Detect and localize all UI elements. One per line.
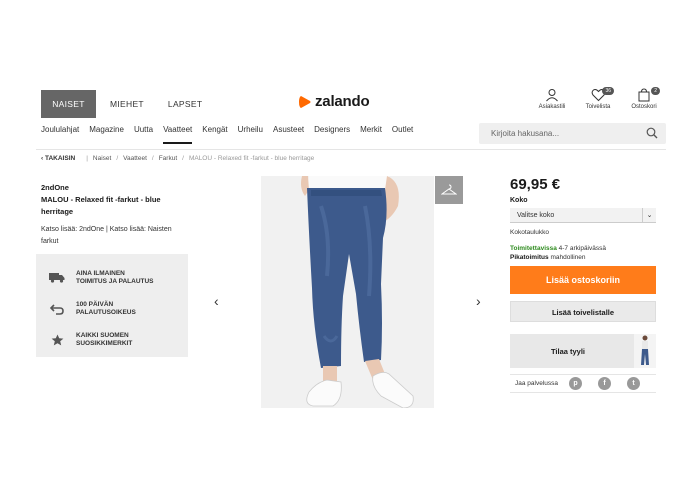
truck-icon [48,272,66,283]
nav-item-outlet[interactable]: Outlet [392,125,413,144]
size-label: Koko [510,197,528,204]
nav-item-urheilu[interactable]: Urheilu [238,125,263,144]
search-box [479,123,666,144]
main-nav: Joululahjat Magazine Uutta Vaatteet Keng… [41,125,423,144]
nav-item-merkit[interactable]: Merkit [360,125,382,144]
product-image[interactable] [261,176,434,408]
product-title: MALOU - Relaxed fit -farkut - blue herri… [41,195,161,216]
gallery-prev-arrow[interactable]: ‹ [214,293,219,309]
logo-text: zalando [315,93,370,110]
delivery-status: Toimitettavissa [510,245,557,252]
product-brand[interactable]: 2ndOne [41,183,69,192]
breadcrumb-naiset[interactable]: Naiset [93,155,111,162]
product-price: 69,95 € [510,176,561,193]
express-note: mahdollinen [548,254,586,261]
star-icon [48,334,66,346]
breadcrumb-vaatteet[interactable]: Vaatteet [123,155,147,162]
order-style-label: Tilaa tyyli [550,347,586,356]
tab-naiset[interactable]: NAISET [41,90,96,118]
return-icon [48,303,66,315]
pinterest-icon[interactable]: p [569,377,582,390]
wishlist-count-badge: 36 [602,87,614,95]
benefit-line: 100 PÄIVÄN [76,300,114,308]
share-icons: p f t [569,377,656,390]
benefit-free-delivery: AINA ILMAINEN TOIMITUS JA PALAUTUS [48,262,188,293]
nav-divider [36,149,666,150]
benefits-panel: AINA ILMAINEN TOIMITUS JA PALAUTUS 100 PÄ… [36,254,188,357]
share-bar: Jaa palvelussa p f t [510,374,656,393]
size-select[interactable]: Valitse koko ⌄ [510,208,656,223]
gender-tabs: NAISET MIEHET LAPSET [41,90,214,118]
delivery-info: Toimitettavissa 4-7 arkipäivässä [510,245,606,252]
wishlist-label: Toivelista [585,104,611,110]
breadcrumb-farkut[interactable]: Farkut [159,155,177,162]
style-thumbnail [634,334,656,368]
search-input[interactable] [479,123,639,144]
cart-button[interactable]: 2 Ostoskori [622,87,666,110]
account-button[interactable]: Asiakastili [530,88,574,110]
twitter-icon[interactable]: t [627,377,640,390]
nav-item-magazine[interactable]: Magazine [89,125,124,144]
nav-item-uutta[interactable]: Uutta [134,125,153,144]
delivery-time: 4-7 arkipäivässä [556,245,606,252]
facebook-icon[interactable]: f [598,377,611,390]
benefit-line: TOIMITUS JA PALAUTUS [76,277,154,285]
breadcrumb-separator: / [116,155,119,162]
benefit-line: PALAUTUSOIKEUS [76,308,136,316]
back-link[interactable]: ‹ TAKAISIN [41,155,75,162]
chevron-down-icon: ⌄ [642,208,656,223]
gallery-next-arrow[interactable]: › [476,293,481,309]
bag-icon [638,88,650,102]
cart-label: Ostoskori [631,104,657,110]
add-to-wishlist-hanger-button[interactable] [435,176,463,204]
size-chart-link[interactable]: Kokotaulukko [510,229,549,236]
back-label: TAKAISIN [44,155,76,162]
express-label: Pikatoimitus [510,254,549,261]
nav-item-kengat[interactable]: Kengät [202,125,227,144]
tab-lapset[interactable]: LAPSET [156,90,214,118]
order-style-button[interactable]: Tilaa tyyli [510,334,656,368]
user-icon [546,89,558,102]
cart-count-badge: 2 [651,87,660,95]
search-icon[interactable] [646,127,658,139]
add-to-wishlist-button[interactable]: Lisää toivelistalle [510,301,656,322]
breadcrumb-separator: / [151,155,154,162]
add-to-cart-button[interactable]: Lisää ostoskoriin [510,266,656,294]
benefit-return-period: 100 PÄIVÄN PALAUTUSOIKEUS [48,293,188,324]
account-label: Asiakastili [538,104,566,110]
size-select-value: Valitse koko [517,212,555,219]
tab-miehet[interactable]: MIEHET [98,90,156,118]
benefit-line: SUOSIKKIMERKIT [76,339,133,347]
breadcrumb-current: MALOU - Relaxed fit -farkut - blue herri… [188,155,315,162]
benefit-line: KAIKKI SUOMEN [76,331,129,339]
wishlist-button[interactable]: 36 Toivelista [576,87,620,110]
express-info: Pikatoimitus mahdollinen [510,254,586,261]
header-actions: Asiakastili 36 Toivelista 2 Ostoskori [530,87,668,110]
nav-item-joululahjat[interactable]: Joululahjat [41,125,79,144]
zalando-logo[interactable]: zalando [298,93,370,110]
benefit-brands: KAIKKI SUOMEN SUOSIKKIMERKIT [48,324,188,355]
breadcrumb-separator: / [182,155,184,162]
share-label: Jaa palvelussa [515,380,558,387]
logo-icon [298,95,312,109]
nav-item-asusteet[interactable]: Asusteet [273,125,304,144]
nav-item-designers[interactable]: Designers [314,125,350,144]
hanger-icon [441,184,457,195]
breadcrumb-separator: | [86,155,88,162]
breadcrumb: ‹ TAKAISIN | Naiset / Vaatteet / Farkut … [41,155,314,162]
see-more-links[interactable]: Katso lisää: 2ndOne | Katso lisää: Naist… [41,224,191,248]
nav-item-vaatteet[interactable]: Vaatteet [163,125,193,144]
benefit-line: AINA ILMAINEN [76,269,125,277]
